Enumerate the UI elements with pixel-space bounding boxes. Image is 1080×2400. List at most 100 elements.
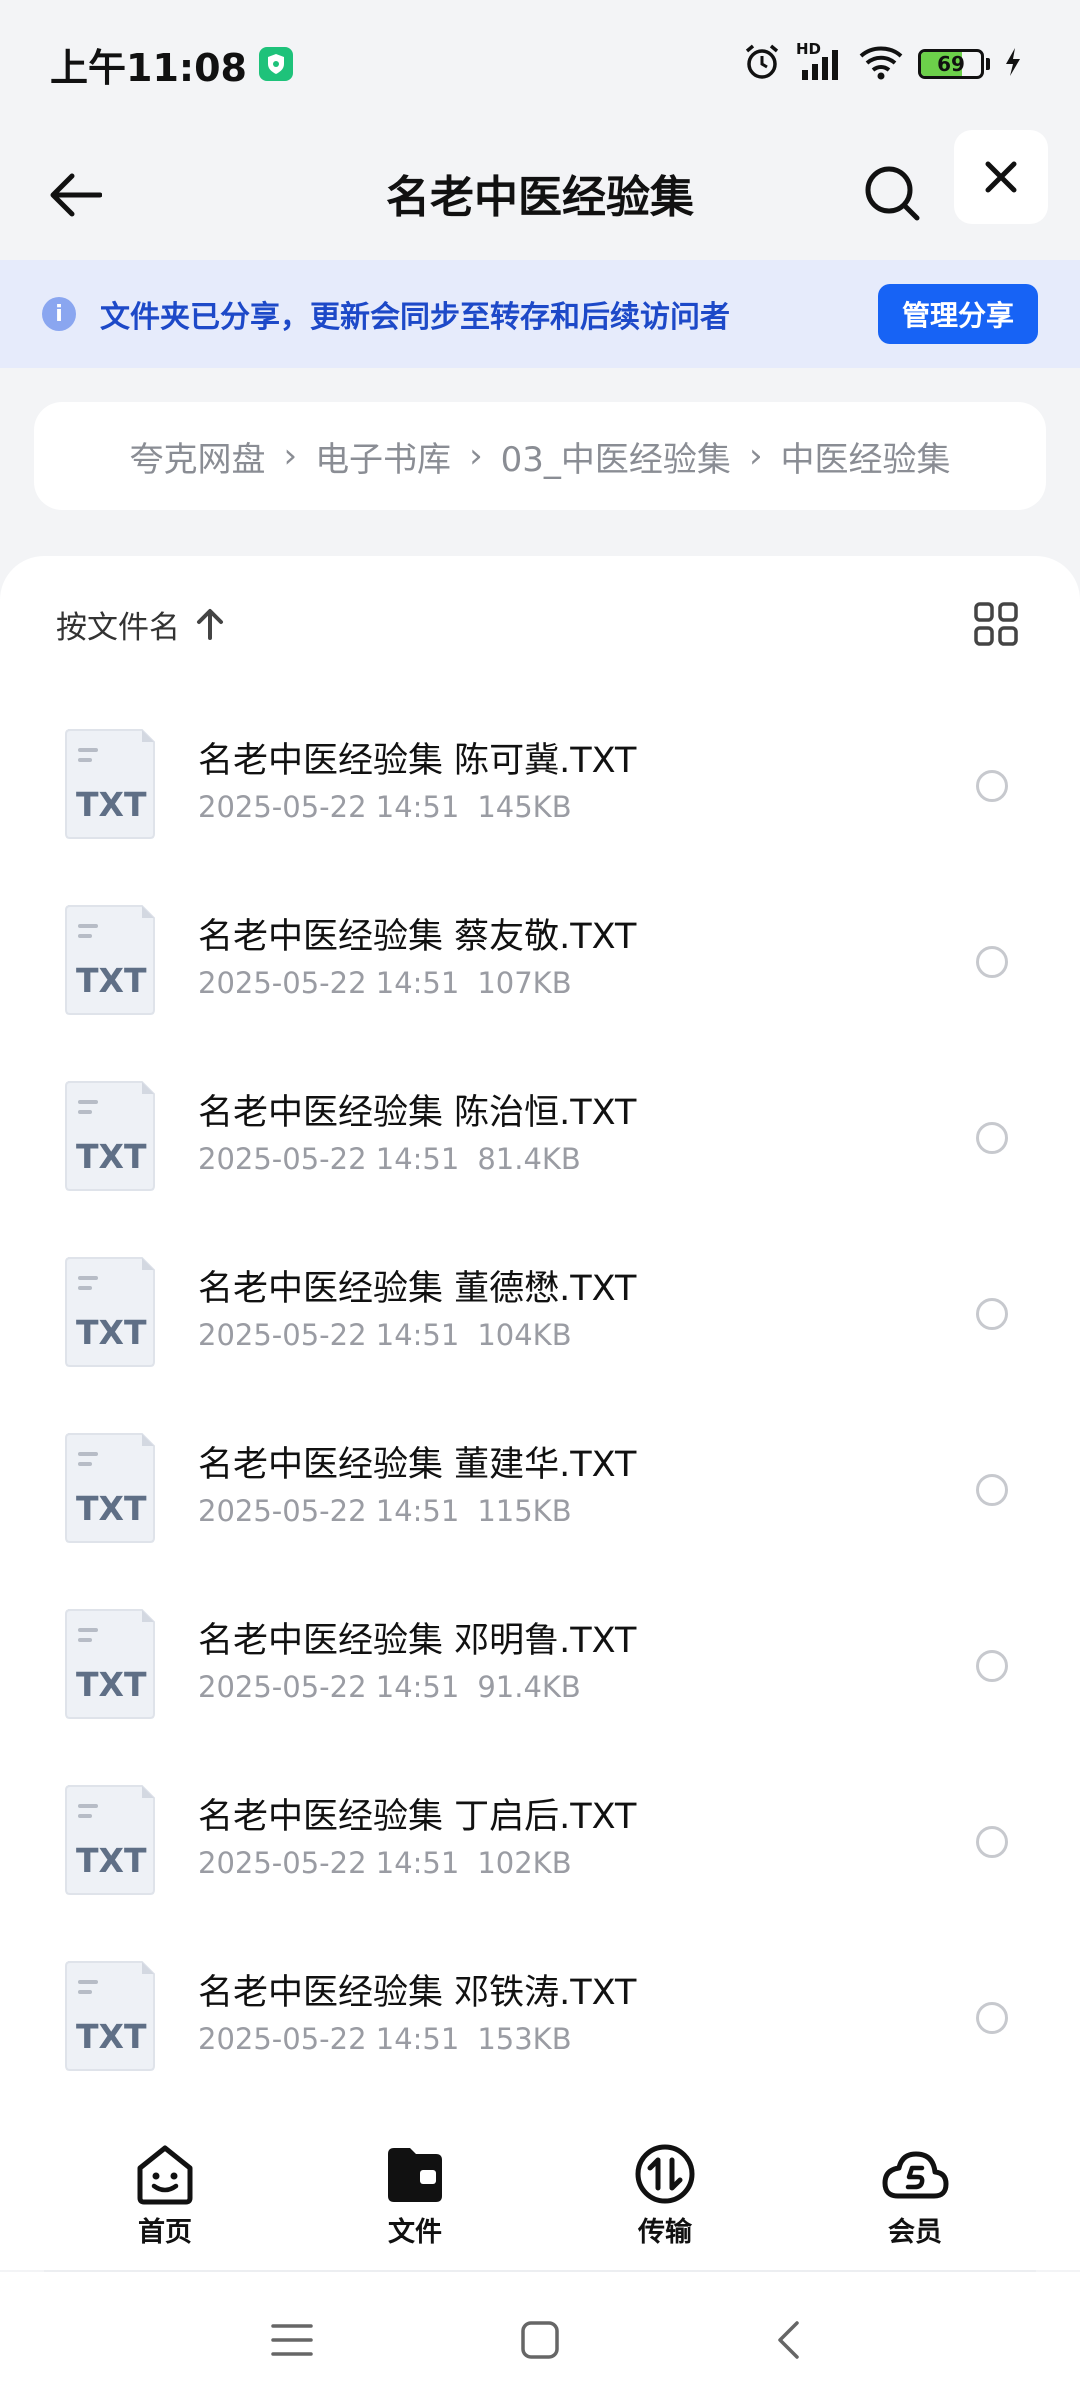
file-meta: 2025-05-22 14:51 102KB [198,1846,636,1880]
chevron-right-icon: › [748,436,763,476]
close-icon [985,161,1017,193]
file-meta: 2025-05-22 14:51 115KB [198,1494,636,1528]
select-radio[interactable] [976,1474,1008,1506]
breadcrumb: 夸克网盘 › 电子书库 › 03_中医经验集 › 中医经验集 [34,402,1046,510]
file-texts: 名老中医经验集 蔡友敬.TXT 2025-05-22 14:51 107KB [198,912,636,1000]
select-radio[interactable] [976,1298,1008,1330]
header: 名老中医经验集 [0,128,1080,258]
file-row[interactable]: TXT 名老中医经验集 陈治恒.TXT 2025-05-22 14:51 81.… [0,1048,1080,1224]
file-size: 81.4KB [477,1142,581,1176]
file-row[interactable]: TXT 名老中医经验集 陈可冀.TXT 2025-05-22 14:51 145… [0,696,1080,872]
file-type-label: TXT [76,961,147,1000]
txt-file-icon: TXT [65,1609,155,1719]
home-face-icon [137,2145,193,2205]
back-chevron-icon [778,2321,799,2359]
menu-icon [271,2324,313,2356]
txt-file-icon: TXT [65,1081,155,1191]
select-radio[interactable] [976,946,1008,978]
battery-level: 69 [937,52,965,76]
nav-item-transfer[interactable]: 传输 [585,2136,745,2249]
breadcrumb-item[interactable]: 电子书库 [315,432,451,481]
breadcrumb-item[interactable]: 夸克网盘 [129,432,265,481]
breadcrumb-item[interactable]: 中医经验集 [781,432,951,481]
file-row[interactable]: TXT 名老中医经验集 董德懋.TXT 2025-05-22 14:51 104… [0,1224,1080,1400]
file-meta: 2025-05-22 14:51 153KB [198,2022,636,2056]
file-row[interactable]: TXT 名老中医经验集 邓铁涛.TXT 2025-05-22 14:51 153… [0,1928,1080,2104]
manage-share-button[interactable]: 管理分享 [877,284,1038,344]
file-type-label: TXT [76,1841,147,1880]
alarm-icon [742,42,782,86]
back-button[interactable] [40,160,110,230]
file-date: 2025-05-22 14:51 [198,1142,460,1176]
grid-view-button[interactable] [968,596,1024,652]
close-button[interactable] [954,130,1048,224]
info-icon: i [42,297,76,331]
file-texts: 名老中医经验集 陈可冀.TXT 2025-05-22 14:51 145KB [198,736,636,824]
select-radio[interactable] [976,1122,1008,1154]
file-name: 名老中医经验集 蔡友敬.TXT [198,917,637,957]
file-row[interactable]: TXT 名老中医经验集 董建华.TXT 2025-05-22 14:51 115… [0,1400,1080,1576]
file-name: 名老中医经验集 邓明鲁.TXT [198,1621,637,1661]
menu-button[interactable] [262,2310,322,2370]
sort-label: 按文件名 [56,609,180,646]
status-time: 上午11:08 [50,45,247,90]
file-size: 153KB [477,2022,572,2056]
network-label: HD [796,40,822,58]
system-back-button[interactable] [758,2310,818,2370]
status-right: HD 69 [742,40,1030,86]
home-square-icon [521,2321,559,2359]
folder-icon [388,2148,442,2202]
file-row[interactable]: TXT 名老中医经验集 邓明鲁.TXT 2025-05-22 14:51 91.… [0,1576,1080,1752]
file-texts: 名老中医经验集 董德懋.TXT 2025-05-22 14:51 104KB [198,1264,636,1352]
file-date: 2025-05-22 14:51 [198,1494,460,1528]
sort-ascending-icon [197,609,223,640]
status-bar: 上午11:08 HD 69 [0,0,1080,128]
file-date: 2025-05-22 14:51 [198,1318,460,1352]
txt-file-icon: TXT [65,1433,155,1543]
txt-file-icon: TXT [65,1785,155,1895]
file-size: 107KB [477,966,572,1000]
file-panel: 按文件名 TXT 名老中医经验集 陈可冀.TXT 2025-05-22 14:5… [0,556,1080,2136]
file-date: 2025-05-22 14:51 [198,1670,460,1704]
sort-row: 按文件名 [56,596,1024,652]
back-arrow-icon [50,173,102,217]
file-list: TXT 名老中医经验集 陈可冀.TXT 2025-05-22 14:51 145… [0,696,1080,2104]
select-radio[interactable] [976,1826,1008,1858]
file-date: 2025-05-22 14:51 [198,790,460,824]
select-radio[interactable] [976,2002,1008,2034]
file-name: 名老中医经验集 丁启后.TXT [198,1797,637,1837]
file-type-label: TXT [76,1137,147,1176]
battery-icon: 69 [918,49,984,79]
nav-label-home: 首页 [138,2217,192,2248]
file-type-label: TXT [76,2017,147,2056]
share-banner: i 文件夹已分享，更新会同步至转存和后续访问者 管理分享 [0,260,1080,368]
search-button[interactable] [852,153,932,233]
nav-item-member[interactable]: 会员 [835,2136,995,2249]
wifi-icon [858,44,904,84]
nav-item-files[interactable]: 文件 [335,2136,495,2249]
system-nav-bar [0,2272,1080,2400]
member-cloud-icon [882,2151,949,2199]
file-name: 名老中医经验集 邓铁涛.TXT [198,1973,637,2013]
home-button[interactable] [510,2310,570,2370]
transfer-icon [635,2144,695,2204]
file-row[interactable]: TXT 名老中医经验集 蔡友敬.TXT 2025-05-22 14:51 107… [0,872,1080,1048]
file-date: 2025-05-22 14:51 [198,1846,460,1880]
select-radio[interactable] [976,770,1008,802]
file-row[interactable]: TXT 名老中医经验集 丁启后.TXT 2025-05-22 14:51 102… [0,1752,1080,1928]
signal-icon: HD [796,40,844,82]
file-texts: 名老中医经验集 邓明鲁.TXT 2025-05-22 14:51 91.4KB [198,1616,636,1704]
breadcrumb-item[interactable]: 03_中医经验集 [501,432,731,481]
sort-button[interactable]: 按文件名 [56,602,224,647]
file-size: 115KB [477,1494,572,1528]
select-radio[interactable] [976,1650,1008,1682]
txt-file-icon: TXT [65,1257,155,1367]
file-name: 名老中医经验集 陈可冀.TXT [198,741,637,781]
file-type-label: TXT [76,785,147,824]
grid-view-icon [974,602,1018,646]
screen: 上午11:08 HD 69 名老中医经验集 i 文件夹已分享，更新会同步至转存和… [0,0,1080,2400]
file-texts: 名老中医经验集 丁启后.TXT 2025-05-22 14:51 102KB [198,1792,636,1880]
nav-item-home[interactable]: 首页 [85,2136,245,2249]
nav-label-files: 文件 [388,2217,442,2248]
share-message: 文件夹已分享，更新会同步至转存和后续访问者 [100,300,730,335]
